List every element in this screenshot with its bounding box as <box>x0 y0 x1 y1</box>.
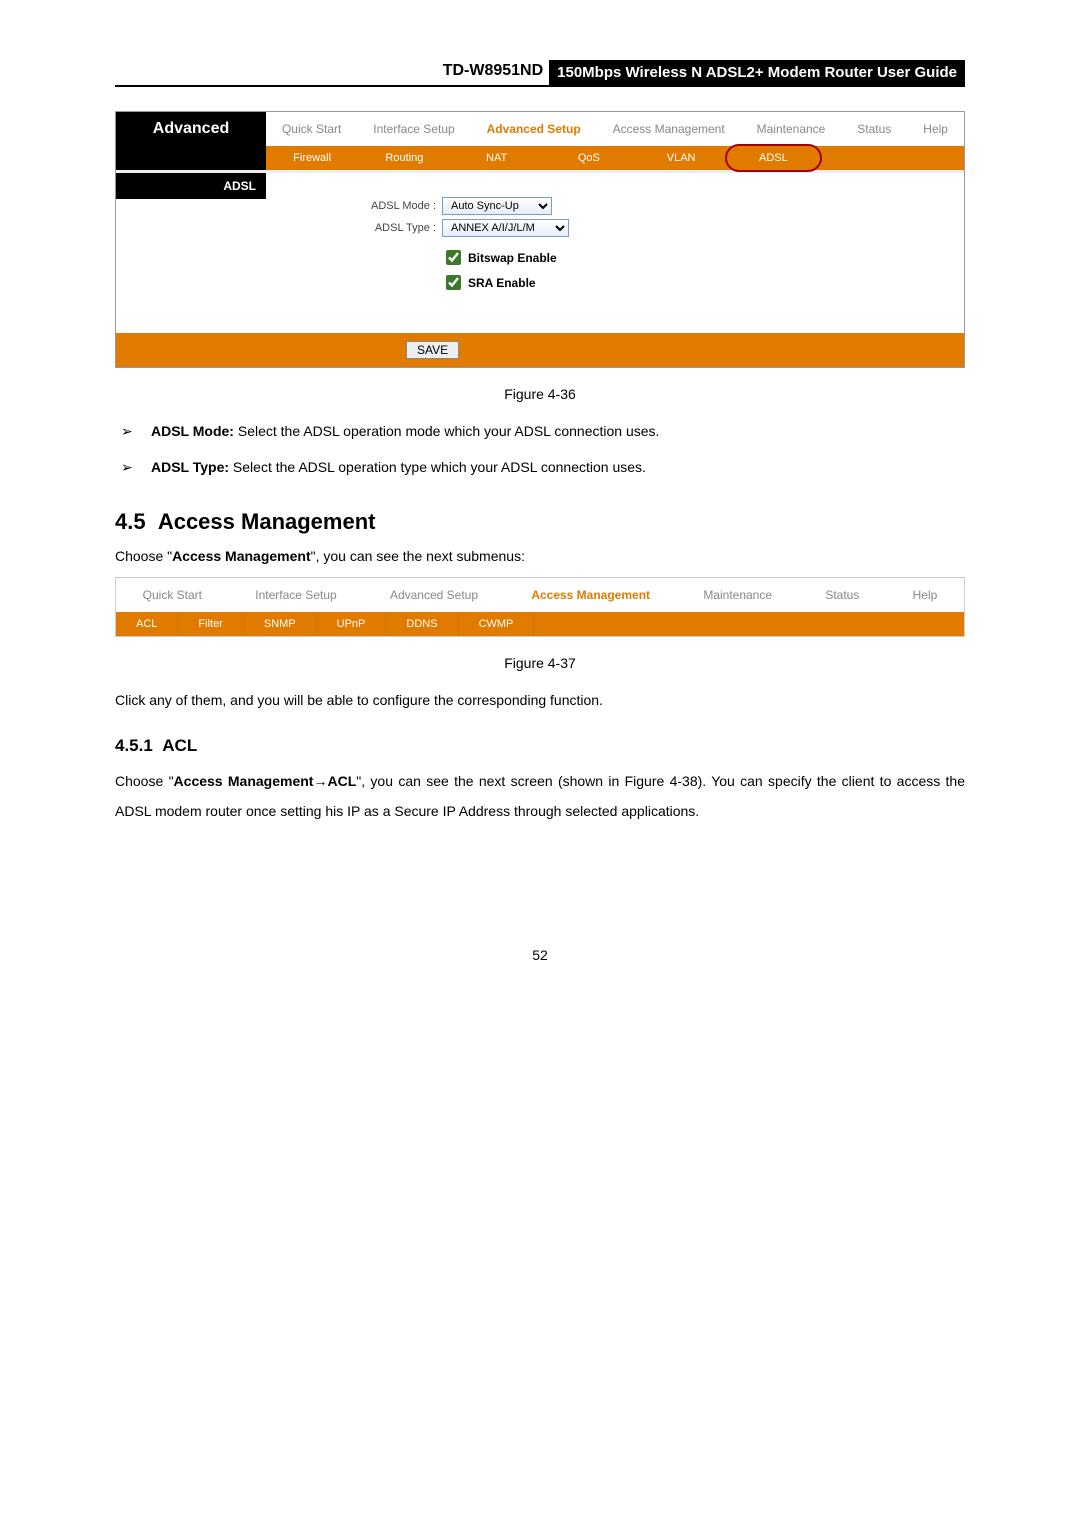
section-name: Advanced <box>116 112 266 146</box>
subtab-nat[interactable]: NAT <box>451 146 543 170</box>
tab-help[interactable]: Help <box>907 112 964 146</box>
tab-maintenance[interactable]: Maintenance <box>741 112 842 146</box>
adsl-mode-label: ADSL Mode : <box>286 200 442 212</box>
figure-4-36-caption: Figure 4-36 <box>115 386 965 402</box>
section-4-5-1-para: Choose "Access Management→ACL", you can … <box>115 766 965 828</box>
subtab-ddns[interactable]: DDNS <box>386 612 458 636</box>
tab-advanced-setup[interactable]: Advanced Setup <box>363 578 504 612</box>
adsl-mode-select[interactable]: Auto Sync-Up <box>442 197 552 215</box>
doc-header: TD-W8951ND 150Mbps Wireless N ADSL2+ Mod… <box>115 60 965 87</box>
subtab-vlan[interactable]: VLAN <box>635 146 727 170</box>
page-number: 52 <box>115 947 965 963</box>
save-button[interactable]: SAVE <box>406 341 459 359</box>
subtab-snmp[interactable]: SNMP <box>244 612 317 636</box>
bitswap-enable-checkbox[interactable] <box>446 250 461 265</box>
tab-advanced-setup[interactable]: Advanced Setup <box>471 112 597 146</box>
bullet-label: ADSL Type: <box>151 459 229 475</box>
subtab-upnp[interactable]: UPnP <box>317 612 387 636</box>
subtab-routing[interactable]: Routing <box>358 146 450 170</box>
subtab-filter[interactable]: Filter <box>178 612 243 636</box>
bullet-adsl-mode: ➢ ADSL Mode: Select the ADSL operation m… <box>115 420 965 442</box>
tab-quick-start[interactable]: Quick Start <box>266 112 357 146</box>
figure-4-36: Advanced Quick Start Interface Setup Adv… <box>115 111 965 368</box>
bullet-label: ADSL Mode: <box>151 423 234 439</box>
tab-quick-start[interactable]: Quick Start <box>116 578 229 612</box>
adsl-type-select[interactable]: ANNEX A/I/J/L/M <box>442 219 569 237</box>
tab-access-management[interactable]: Access Management <box>597 112 741 146</box>
tab-maintenance[interactable]: Maintenance <box>677 578 799 612</box>
model-number: TD-W8951ND <box>443 62 543 83</box>
bullet-arrow-icon: ➢ <box>115 456 151 478</box>
figure-4-37-caption: Figure 4-37 <box>115 655 965 671</box>
tab-access-management[interactable]: Access Management <box>505 578 677 612</box>
after-fig-4-37-text: Click any of them, and you will be able … <box>115 689 965 711</box>
subtab-cwmp[interactable]: CWMP <box>459 612 535 636</box>
section-4-5-1-heading: 4.5.1 ACL <box>115 736 965 756</box>
bitswap-enable-label: Bitswap Enable <box>468 251 557 265</box>
adsl-panel-label: ADSL <box>116 173 266 199</box>
bullet-arrow-icon: ➢ <box>115 420 151 442</box>
tab-interface-setup[interactable]: Interface Setup <box>229 578 364 612</box>
sra-enable-label: SRA Enable <box>468 276 536 290</box>
figure-4-37: Quick Start Interface Setup Advanced Set… <box>115 577 965 637</box>
subtab-acl[interactable]: ACL <box>116 612 178 636</box>
bullet-adsl-type: ➢ ADSL Type: Select the ADSL operation t… <box>115 456 965 478</box>
tab-help[interactable]: Help <box>886 578 964 612</box>
section-4-5-heading: 4.5 Access Management <box>115 509 965 535</box>
tab-status[interactable]: Status <box>799 578 886 612</box>
section-4-5-intro: Choose "Access Management", you can see … <box>115 545 965 567</box>
tab-interface-setup[interactable]: Interface Setup <box>357 112 470 146</box>
doc-title: 150Mbps Wireless N ADSL2+ Modem Router U… <box>549 60 965 85</box>
subtab-firewall[interactable]: Firewall <box>266 146 358 170</box>
subtab-adsl[interactable]: ADSL <box>727 146 819 170</box>
adsl-type-label: ADSL Type : <box>286 222 442 234</box>
sra-enable-checkbox[interactable] <box>446 275 461 290</box>
tab-status[interactable]: Status <box>841 112 907 146</box>
subtab-qos[interactable]: QoS <box>543 146 635 170</box>
